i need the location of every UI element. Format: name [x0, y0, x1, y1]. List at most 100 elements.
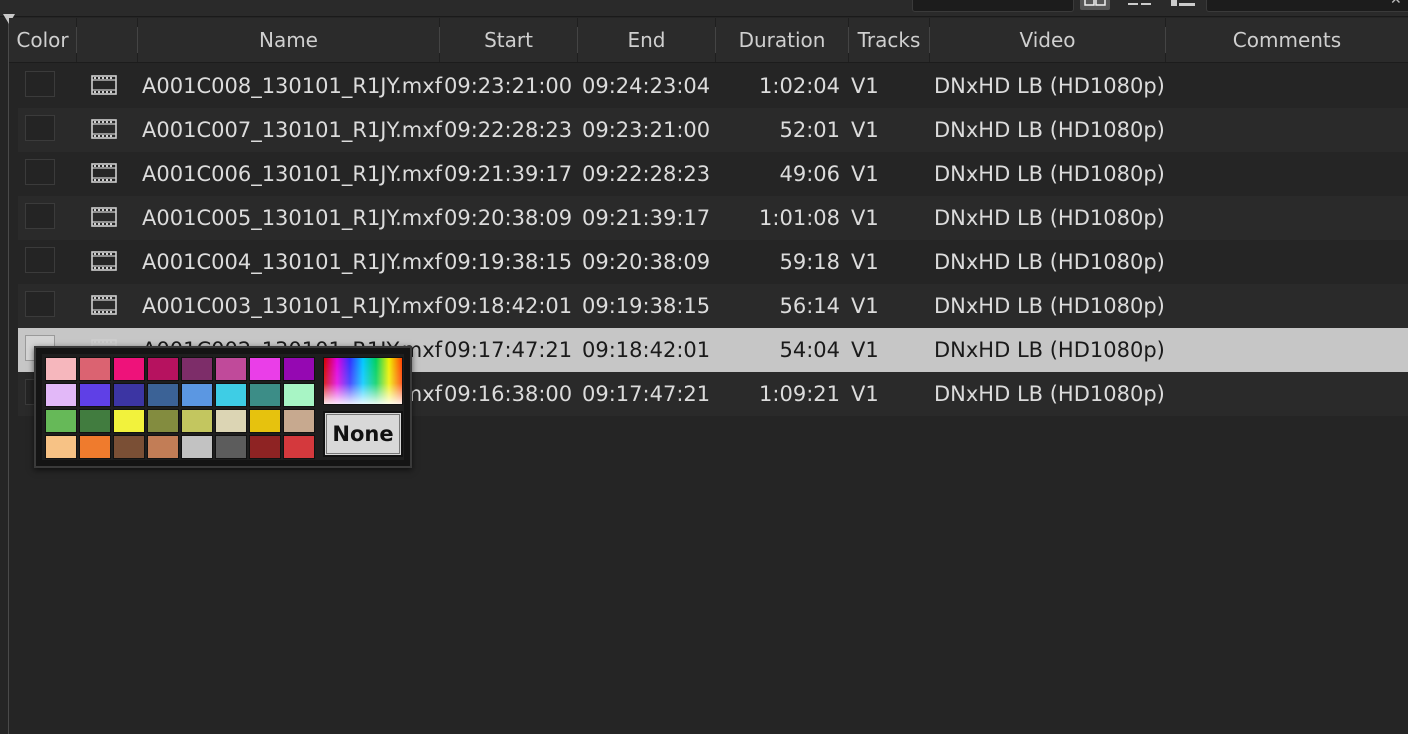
filter-field[interactable]	[912, 0, 1074, 12]
color-swatch[interactable]	[113, 383, 145, 407]
color-swatch[interactable]	[45, 435, 77, 459]
color-swatch[interactable]	[249, 435, 281, 459]
column-header-end[interactable]: End	[578, 18, 716, 62]
clip-duration: 59:18	[779, 250, 840, 274]
color-swatch[interactable]	[147, 357, 179, 381]
color-swatch[interactable]	[283, 409, 315, 433]
list-view-icon[interactable]	[1125, 0, 1155, 10]
column-label: Start	[484, 28, 533, 52]
clip-tracks: V1	[851, 206, 879, 230]
color-swatch[interactable]	[147, 383, 179, 407]
clip-tracks: V1	[851, 74, 879, 98]
color-swatch[interactable]	[113, 435, 145, 459]
column-label: Tracks	[857, 28, 921, 52]
column-header-name[interactable]: Name	[138, 18, 440, 62]
column-header-type[interactable]	[77, 18, 138, 62]
search-field[interactable]	[1206, 0, 1408, 12]
color-swatch[interactable]	[215, 435, 247, 459]
media-pool-window: ✕ Color Name Start End Duration Tracks V…	[0, 0, 1408, 734]
color-swatch[interactable]	[181, 435, 213, 459]
color-swatch[interactable]	[45, 409, 77, 433]
color-picker-popup: None	[34, 346, 412, 468]
color-swatch[interactable]	[215, 357, 247, 381]
table-row[interactable]: A001C004_130101_R1JY.mxf 09:19:38:15 09:20…	[18, 240, 1408, 284]
table-row[interactable]: A001C008_130101_R1JY.mxf 09:23:21:00 09:24…	[18, 64, 1408, 108]
color-swatch[interactable]	[45, 357, 77, 381]
clip-name: A001C003_130101_R1JY.mxf	[142, 294, 443, 318]
clip-start: 09:18:42:01	[444, 294, 573, 318]
thumbnail-view-icon[interactable]	[1080, 0, 1110, 10]
clip-video-format: DNxHD LB (HD1080p)	[934, 118, 1165, 142]
clip-tracks: V1	[851, 338, 879, 362]
color-swatch[interactable]	[113, 409, 145, 433]
color-swatch[interactable]	[249, 409, 281, 433]
clip-color-swatch[interactable]	[25, 159, 55, 185]
custom-color-spectrum[interactable]	[323, 357, 403, 405]
color-swatch[interactable]	[79, 383, 111, 407]
clip-end: 09:18:42:01	[582, 338, 711, 362]
color-swatch-grid	[45, 357, 317, 461]
clip-start: 09:23:21:00	[444, 74, 573, 98]
clip-name: A001C008_130101_R1JY.mxf	[142, 74, 443, 98]
color-swatch[interactable]	[215, 383, 247, 407]
color-swatch[interactable]	[79, 435, 111, 459]
column-header-duration[interactable]: Duration	[716, 18, 849, 62]
column-header-tracks[interactable]: Tracks	[849, 18, 930, 62]
clip-end: 09:22:28:23	[582, 162, 711, 186]
color-swatch[interactable]	[181, 383, 213, 407]
clip-start: 09:21:39:17	[444, 162, 573, 186]
toolbar: ✕	[0, 0, 1408, 17]
column-header-comments[interactable]: Comments	[1166, 18, 1408, 62]
metadata-view-icon[interactable]	[1168, 0, 1198, 10]
color-swatch[interactable]	[113, 357, 145, 381]
none-color-button[interactable]: None	[323, 411, 403, 457]
clip-video-format: DNxHD LB (HD1080p)	[934, 206, 1165, 230]
clip-tracks: V1	[851, 294, 879, 318]
film-clip-icon	[91, 251, 117, 276]
color-swatch[interactable]	[79, 357, 111, 381]
clip-tracks: V1	[851, 250, 879, 274]
color-swatch[interactable]	[249, 357, 281, 381]
film-clip-icon	[91, 75, 117, 100]
color-swatch[interactable]	[181, 409, 213, 433]
color-swatch[interactable]	[249, 383, 281, 407]
column-header-video[interactable]: Video	[930, 18, 1166, 62]
table-row[interactable]: A001C007_130101_R1JY.mxf 09:22:28:23 09:23…	[18, 108, 1408, 152]
clip-tracks: V1	[851, 382, 879, 406]
column-header-color[interactable]: Color	[9, 18, 77, 62]
clip-color-swatch[interactable]	[25, 115, 55, 141]
clip-duration: 52:01	[779, 118, 840, 142]
color-swatch[interactable]	[45, 383, 77, 407]
close-icon[interactable]: ✕	[1390, 0, 1402, 8]
clip-video-format: DNxHD LB (HD1080p)	[934, 338, 1165, 362]
color-swatch[interactable]	[215, 409, 247, 433]
clip-start: 09:20:38:09	[444, 206, 573, 230]
clip-duration: 49:06	[779, 162, 840, 186]
column-label: Comments	[1232, 28, 1342, 52]
color-swatch[interactable]	[79, 409, 111, 433]
column-header-start[interactable]: Start	[440, 18, 578, 62]
color-swatch[interactable]	[147, 435, 179, 459]
clip-video-format: DNxHD LB (HD1080p)	[934, 294, 1165, 318]
clip-name: A001C006_130101_R1JY.mxf	[142, 162, 443, 186]
clip-color-swatch[interactable]	[25, 203, 55, 229]
playhead-line	[8, 16, 9, 734]
color-swatch[interactable]	[147, 409, 179, 433]
clip-color-swatch[interactable]	[25, 291, 55, 317]
table-row[interactable]: A001C006_130101_R1JY.mxf 09:21:39:17 09:22…	[18, 152, 1408, 196]
table-row[interactable]: A001C003_130101_R1JY.mxf 09:18:42:01 09:19…	[18, 284, 1408, 328]
film-clip-icon	[91, 119, 117, 144]
color-swatch[interactable]	[283, 357, 315, 381]
table-row[interactable]: A001C005_130101_R1JY.mxf 09:20:38:09 09:21…	[18, 196, 1408, 240]
color-swatch[interactable]	[283, 435, 315, 459]
clip-color-swatch[interactable]	[25, 71, 55, 97]
color-swatch[interactable]	[283, 383, 315, 407]
clip-start: 09:16:38:00	[444, 382, 573, 406]
clip-color-swatch[interactable]	[25, 247, 55, 273]
column-header: Color Name Start End Duration Tracks Vid…	[9, 18, 1408, 63]
color-swatch[interactable]	[181, 357, 213, 381]
clip-start: 09:22:28:23	[444, 118, 573, 142]
clip-name: A001C004_130101_R1JY.mxf	[142, 250, 443, 274]
clip-start: 09:17:47:21	[444, 338, 573, 362]
color-picker-body: None	[42, 354, 404, 460]
